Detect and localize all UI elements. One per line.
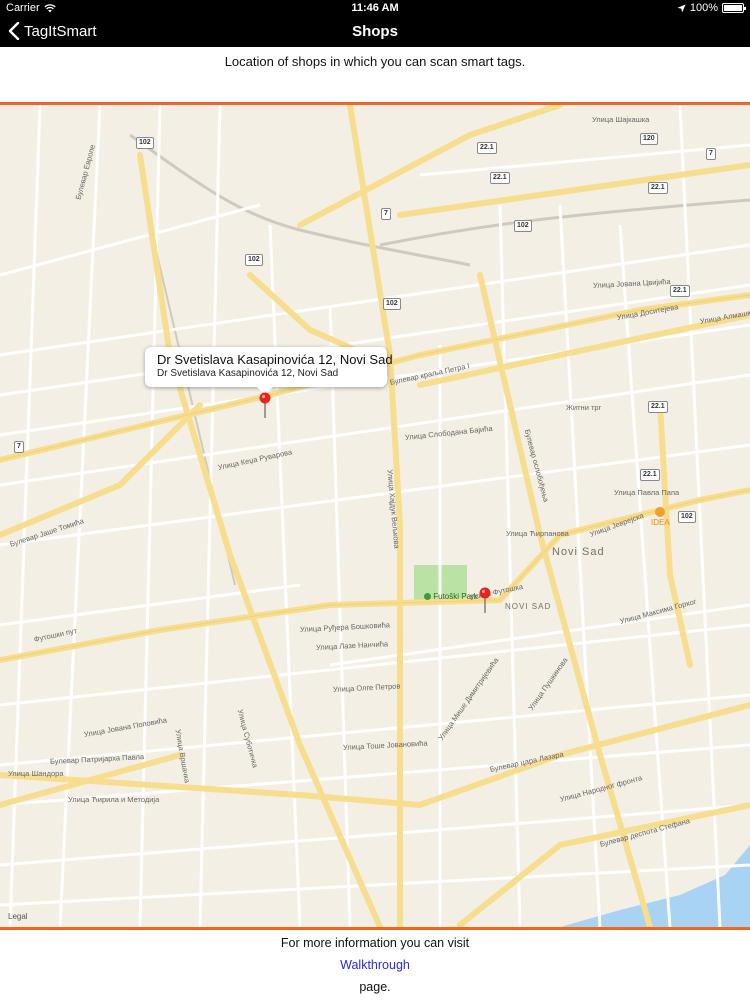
route-shield: 22.1	[648, 182, 668, 194]
street-label: Улица Ћирила и Методија	[68, 795, 160, 804]
battery-percent: 100%	[689, 2, 718, 14]
street-label: Житни трг	[566, 403, 602, 412]
shops-map[interactable]: 102 102 102 7 7 7 22.1 22.1 22.1 22.1 22…	[0, 102, 750, 930]
route-shield: 7	[14, 441, 24, 453]
route-shield: 22.1	[490, 172, 510, 184]
street-label: Улица Шандора	[8, 769, 64, 778]
map-description: Location of shops in which you can scan …	[224, 54, 526, 69]
tree-icon	[424, 593, 431, 601]
page-title: Shops	[352, 23, 398, 40]
map-pin-icon[interactable]	[258, 392, 272, 418]
callout-subtitle: Dr Svetislava Kasapinovića 12, Novi Sad	[157, 368, 339, 379]
route-shield: 22.1	[670, 285, 690, 297]
route-shield: 102	[514, 220, 532, 232]
walkthrough-link[interactable]: Walkthrough	[0, 956, 750, 978]
route-shield: 102	[245, 254, 263, 266]
route-shield: 22.1	[648, 401, 668, 413]
footer-line-1: For more information you can visit	[280, 936, 470, 950]
street-label: Улица Ћирпанова	[506, 529, 569, 538]
street-label: Улица Павла Папа	[614, 488, 680, 497]
route-shield: 7	[381, 208, 391, 220]
street-label: Улица Шајкашка	[592, 115, 650, 124]
status-right: 100%	[677, 2, 746, 14]
map-pin-icon[interactable]	[478, 587, 492, 613]
route-shield: 22.1	[640, 469, 660, 481]
map-legal-link[interactable]: Legal	[8, 912, 28, 921]
location-arrow-icon	[677, 3, 686, 13]
park-label: Futoški Park	[424, 592, 478, 601]
pin-callout[interactable]: Dr Svetislava Kasapinovića 12, Novi Sad …	[145, 347, 393, 395]
park-name: Futoški Park	[433, 592, 478, 601]
store-icon	[655, 507, 666, 517]
route-shield: 102	[136, 137, 154, 149]
top-bar: Carrier 11:46 AM 100% TagItSmart Shops	[0, 0, 750, 47]
footer-line-3: page.	[359, 980, 391, 994]
battery-icon	[722, 3, 746, 13]
route-shield: 102	[678, 511, 696, 523]
status-time: 11:46 AM	[351, 2, 399, 14]
route-shield: 102	[383, 298, 401, 310]
route-shield: 7	[706, 148, 716, 160]
district-label: Novi Sad	[552, 546, 605, 558]
poi-label: IDEA	[651, 518, 670, 527]
battery-fill	[724, 5, 742, 11]
district-label: NOVI SAD	[505, 602, 552, 611]
callout-title: Dr Svetislava Kasapinovića 12, Novi Sad	[157, 352, 393, 367]
route-shield: 120	[640, 133, 658, 145]
footer: For more information you can visit Walkt…	[0, 934, 750, 1000]
status-bar: Carrier 11:46 AM 100%	[0, 0, 750, 16]
nav-bar: TagItSmart Shops	[0, 16, 750, 47]
poi-idea[interactable]: IDEA	[651, 507, 670, 527]
route-shield: 22.1	[477, 142, 497, 154]
